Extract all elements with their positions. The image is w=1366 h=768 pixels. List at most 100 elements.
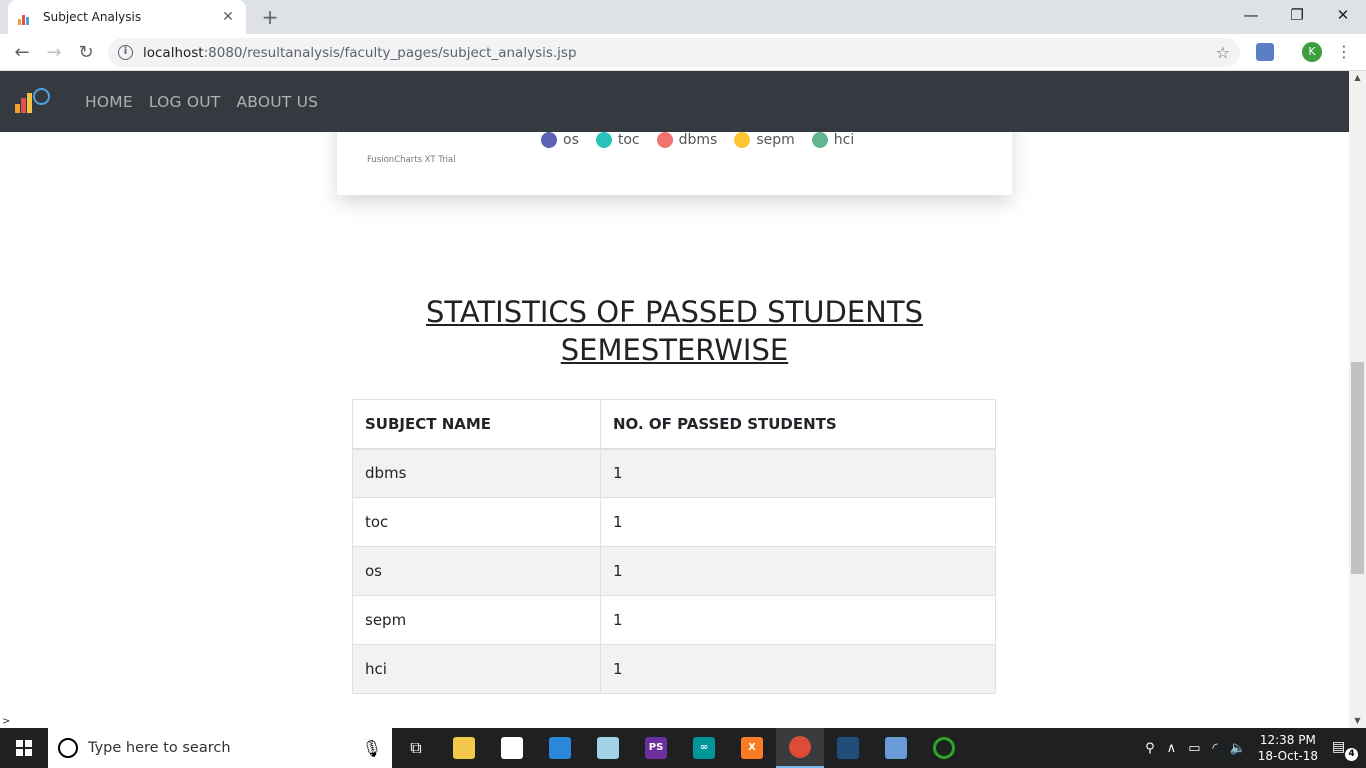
chrome-icon — [789, 736, 811, 758]
page-scrollbar[interactable]: ▲ ▼ — [1349, 71, 1366, 728]
virtualbox-icon — [885, 737, 907, 759]
restore-button[interactable]: ❐ — [1274, 0, 1320, 32]
url-text[interactable]: localhost:8080/resultanalysis/faculty_pa… — [143, 45, 1216, 61]
remote-desktop-taskbar-button[interactable] — [536, 728, 584, 768]
windows-taskbar: Type here to search 🎙 ⧉ PS ∞ X ⚲ ∧ ▭ ◜ 🔈 12… — [0, 728, 1366, 768]
phpstorm-taskbar-button[interactable]: PS — [632, 728, 680, 768]
phpstorm-icon: PS — [645, 737, 667, 759]
wifi-icon[interactable]: ◜ — [1212, 741, 1217, 756]
clock-time: 12:38 PM — [1259, 733, 1316, 747]
arduino-taskbar-button[interactable]: ∞ — [680, 728, 728, 768]
extension-cube-icon[interactable] — [1256, 43, 1274, 61]
cell-subject: dbms — [352, 448, 601, 498]
legend-label: os — [563, 132, 579, 148]
nav-home-link[interactable]: HOME — [85, 93, 133, 111]
system-tray: ⚲ ∧ ▭ ◜ 🔈 12:38 PM 18-Oct-18 ▤ 4 — [1145, 728, 1366, 768]
scroll-up-arrow-icon[interactable]: ▲ — [1349, 71, 1366, 85]
cortana-icon[interactable] — [58, 738, 78, 758]
xampp-taskbar-button[interactable]: X — [728, 728, 776, 768]
virtualbox-taskbar-button[interactable] — [872, 728, 920, 768]
browser-menu-icon[interactable]: ⋮ — [1336, 42, 1352, 61]
back-arrow-icon[interactable]: ← — [8, 39, 36, 67]
browser-tab[interactable]: Subject Analysis ✕ — [8, 0, 246, 34]
legend-item-toc[interactable]: toc — [595, 132, 640, 148]
console-caret: > — [2, 716, 11, 727]
mysql-workbench-taskbar-button[interactable] — [824, 728, 872, 768]
site-favicon-icon — [18, 9, 34, 25]
legend-label: toc — [617, 132, 640, 148]
cell-count: 1 — [600, 546, 996, 596]
page-viewport: HOME LOG OUT ABOUT US os toc dbms sepm hci F… — [0, 71, 1366, 728]
scroll-down-arrow-icon[interactable]: ▼ — [1349, 714, 1366, 728]
store-taskbar-button[interactable] — [488, 728, 536, 768]
table-row: toc 1 — [352, 497, 996, 547]
tab-close-icon[interactable]: ✕ — [220, 9, 236, 25]
cell-subject: sepm — [352, 595, 601, 645]
cell-count: 1 — [600, 595, 996, 645]
site-logo-icon[interactable] — [15, 85, 57, 119]
notepad-taskbar-button[interactable] — [584, 728, 632, 768]
passed-students-table: SUBJECT NAME NO. OF PASSED STUDENTS dbms… — [352, 399, 996, 694]
info-icon[interactable]: i — [118, 45, 133, 60]
microphone-icon[interactable]: 🎙 — [362, 739, 382, 758]
clock-date: 18-Oct-18 — [1257, 749, 1318, 763]
header-passed-count: NO. OF PASSED STUDENTS — [600, 399, 996, 450]
legend-item-hci[interactable]: hci — [811, 132, 855, 148]
file-explorer-taskbar-button[interactable] — [440, 728, 488, 768]
bookmark-star-icon[interactable]: ☆ — [1216, 43, 1230, 62]
chrome-taskbar-button[interactable] — [776, 728, 824, 768]
action-center-icon[interactable]: ▤ 4 — [1332, 739, 1358, 761]
cell-subject: os — [352, 546, 601, 596]
cell-subject: toc — [352, 497, 601, 547]
legend-item-os[interactable]: os — [541, 132, 579, 148]
section-title: STATISTICS OF PASSED STUDENTS SEMESTERWI… — [337, 293, 1012, 369]
tab-title: Subject Analysis — [43, 10, 142, 24]
battery-icon[interactable]: ▭ — [1188, 741, 1200, 756]
taskbar-search-box[interactable]: Type here to search 🎙 — [48, 728, 392, 768]
new-tab-button[interactable]: + — [258, 5, 282, 29]
cell-subject: hci — [352, 644, 601, 694]
address-bar[interactable]: i localhost:8080/resultanalysis/faculty_… — [108, 38, 1240, 67]
arduino-icon: ∞ — [693, 737, 715, 759]
mysql-workbench-icon — [837, 737, 859, 759]
cell-count: 1 — [600, 497, 996, 547]
minimize-button[interactable]: — — [1228, 0, 1274, 32]
table-row: sepm 1 — [352, 595, 996, 645]
forward-arrow-icon[interactable]: → — [40, 39, 68, 67]
notification-count: 4 — [1345, 748, 1358, 761]
table-row: hci 1 — [352, 644, 996, 694]
legend-item-sepm[interactable]: sepm — [734, 132, 795, 148]
section-title-line-2: SEMESTERWISE — [560, 333, 789, 367]
volume-icon[interactable]: 🔈 — [1230, 741, 1246, 756]
people-icon[interactable]: ⚲ — [1145, 741, 1155, 756]
cell-count: 1 — [600, 448, 996, 498]
legend-dot — [595, 132, 612, 148]
task-view-taskbar-button[interactable]: ⧉ — [392, 728, 440, 768]
profile-avatar[interactable]: K — [1302, 42, 1322, 62]
taskbar-apps: ⧉ PS ∞ X — [392, 728, 968, 768]
cell-count: 1 — [600, 644, 996, 694]
nav-logout-link[interactable]: LOG OUT — [149, 93, 221, 111]
header-subject-name: SUBJECT NAME — [352, 399, 601, 450]
legend-item-dbms[interactable]: dbms — [656, 132, 718, 148]
reload-icon[interactable]: ↻ — [72, 39, 100, 67]
url-host: localhost — [143, 44, 204, 61]
show-hidden-icons-icon[interactable]: ∧ — [1167, 741, 1177, 756]
scroll-thumb[interactable] — [1351, 362, 1364, 574]
legend-label: dbms — [678, 132, 718, 148]
taskbar-clock[interactable]: 12:38 PM 18-Oct-18 — [1258, 732, 1318, 764]
task-view-icon: ⧉ — [410, 738, 422, 757]
chart-trial-watermark: FusionCharts XT Trial — [367, 155, 456, 165]
section-title-line-1: STATISTICS OF PASSED STUDENTS — [426, 295, 923, 329]
torrent-taskbar-button[interactable] — [920, 728, 968, 768]
legend-label: hci — [833, 132, 855, 148]
legend-dot — [734, 132, 751, 148]
close-window-button[interactable]: ✕ — [1320, 0, 1366, 32]
url-path: :8080/resultanalysis/faculty_pages/subje… — [203, 44, 577, 61]
table-header-row: SUBJECT NAME NO. OF PASSED STUDENTS — [352, 399, 996, 450]
legend-label: sepm — [756, 132, 795, 148]
start-button[interactable] — [0, 728, 48, 768]
nav-about-link[interactable]: ABOUT US — [236, 93, 318, 111]
table-row: os 1 — [352, 546, 996, 596]
remote-desktop-icon — [549, 737, 571, 759]
